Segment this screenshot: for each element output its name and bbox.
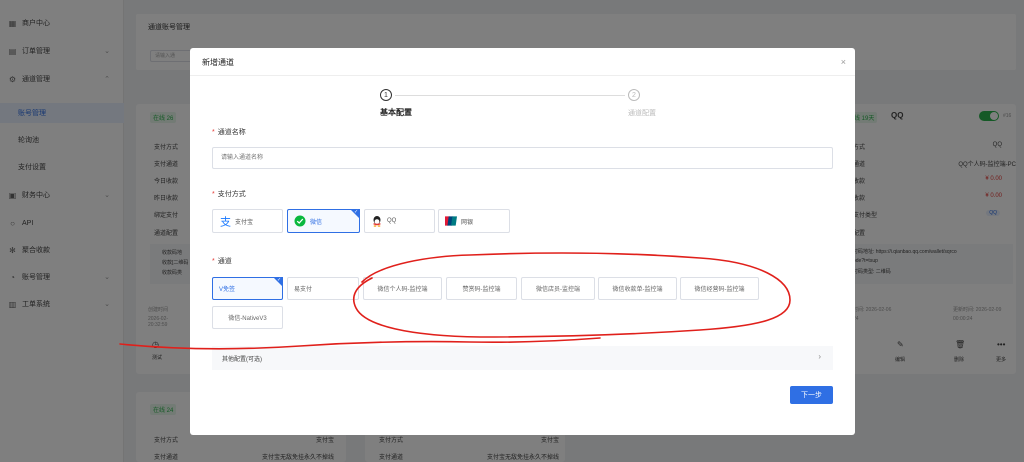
close-icon[interactable]: × — [841, 57, 846, 67]
step-1-label: 基本配置 — [380, 108, 412, 117]
next-button[interactable]: 下一步 — [790, 386, 833, 404]
pay-method-label-text: 微信 — [310, 219, 323, 226]
channel-label: * 通道 — [212, 258, 232, 265]
pay-method-wechat[interactable]: 微信 ✓ — [287, 209, 360, 233]
pay-method-label-text: 网银 — [461, 219, 474, 226]
unionpay-icon — [445, 215, 457, 227]
divider — [190, 75, 855, 76]
channel-name-input[interactable] — [212, 147, 833, 169]
pay-method-unionpay[interactable]: 网银 — [438, 209, 510, 233]
wechat-icon — [294, 215, 306, 227]
channel-option-wechat-personal[interactable]: 微信个人码-监控端 — [363, 277, 442, 300]
step-2-indicator: 2 — [628, 89, 640, 101]
pay-method-label: * 支付方式 — [212, 191, 246, 198]
channel-option-text: 微信收款单-监控端 — [612, 287, 663, 293]
channel-option-text: 易支付 — [294, 287, 313, 293]
channel-option-text: V免签 — [219, 287, 236, 293]
check-icon: ✓ — [273, 277, 283, 287]
other-config-label: 其他配置(可选) — [222, 356, 262, 363]
pay-method-label-text: 支付宝 — [235, 219, 254, 226]
channel-option-wechat-receipt[interactable]: 微信收款单-监控端 — [598, 277, 677, 300]
step-progress-line — [395, 95, 625, 96]
step-1-indicator: 1 — [380, 89, 392, 101]
pay-method-label-text: QQ — [387, 218, 397, 224]
channel-option-wechat-business[interactable]: 微信经营码-监控端 — [680, 277, 759, 300]
step-2-label: 通道配置 — [628, 110, 656, 117]
channel-name-label: * 通道名称 — [212, 129, 246, 136]
channel-option-wechat-clerk[interactable]: 微信店员-监控端 — [521, 277, 595, 300]
chevron-right-icon: › — [818, 352, 821, 361]
channel-option-epay[interactable]: 易支付 — [287, 277, 359, 300]
pay-method-alipay[interactable]: 支 支付宝 — [212, 209, 283, 233]
alipay-icon: 支 — [219, 215, 231, 228]
qq-icon — [371, 215, 383, 227]
dialog-title: 新增通道 — [202, 58, 234, 67]
check-icon: ✓ — [350, 209, 360, 219]
channel-option-vmq[interactable]: V免签 ✓ — [212, 277, 283, 300]
channel-option-native-v3[interactable]: 微信-NativeV3 — [212, 306, 283, 329]
svg-text:支: 支 — [220, 216, 231, 228]
channel-option-text: 微信店员-监控端 — [536, 287, 580, 293]
channel-option-appreciation[interactable]: 赞赏码-监控端 — [446, 277, 517, 300]
pay-method-qq[interactable]: QQ — [364, 209, 435, 233]
channel-option-text: 微信-NativeV3 — [228, 316, 267, 322]
other-config-collapse[interactable]: 其他配置(可选) › — [212, 346, 833, 370]
channel-option-text: 赞赏码-监控端 — [462, 287, 501, 293]
channel-option-text: 微信个人码-监控端 — [377, 287, 428, 293]
add-channel-dialog: 新增通道 × 1 2 基本配置 通道配置 *通道名称 *支付方式 支 支付宝 微… — [190, 48, 855, 435]
channel-option-text: 微信经营码-监控端 — [694, 287, 745, 293]
